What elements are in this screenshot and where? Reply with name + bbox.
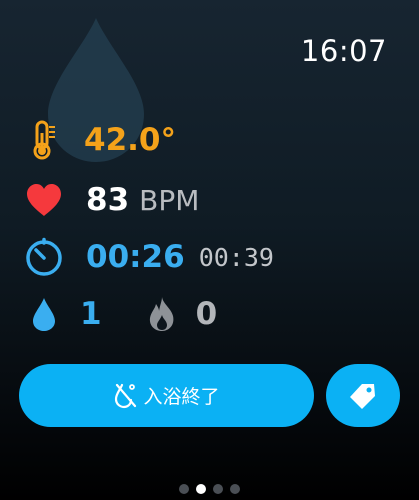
bath-end-icon (113, 382, 139, 410)
tag-button[interactable] (326, 364, 400, 427)
timer-elapsed: 00:26 (86, 239, 185, 275)
watch-screen: 16:07 42.0° 83 BPM 00:26 00:39 1 0 入浴終了 (0, 0, 419, 500)
calorie-count: 0 (195, 296, 218, 332)
water-drop-icon (24, 292, 64, 336)
status-time: 16:07 (300, 34, 387, 68)
water-count: 1 (80, 296, 102, 332)
timer-secondary: 00:39 (198, 242, 274, 272)
page-dot-active[interactable] (196, 484, 206, 494)
page-dot[interactable] (230, 484, 240, 494)
thermometer-icon (24, 118, 64, 162)
timer-icon (24, 235, 64, 279)
page-dot[interactable] (179, 484, 189, 494)
temperature-row: 42.0° (24, 118, 176, 162)
page-dot[interactable] (213, 484, 223, 494)
tag-icon (350, 383, 375, 409)
page-indicator[interactable] (0, 484, 419, 494)
heart-rate-unit: BPM (139, 183, 200, 217)
end-bath-button[interactable]: 入浴終了 (19, 364, 314, 427)
heart-rate-row: 83 BPM (24, 178, 199, 222)
end-bath-label: 入浴終了 (143, 386, 220, 408)
stats-row: 1 0 (24, 292, 217, 336)
timer-row: 00:26 00:39 (24, 235, 274, 279)
flame-icon (142, 292, 182, 336)
heart-rate-value: 83 (86, 182, 130, 218)
temperature-value: 42.0° (84, 122, 176, 158)
heart-icon (24, 178, 64, 222)
